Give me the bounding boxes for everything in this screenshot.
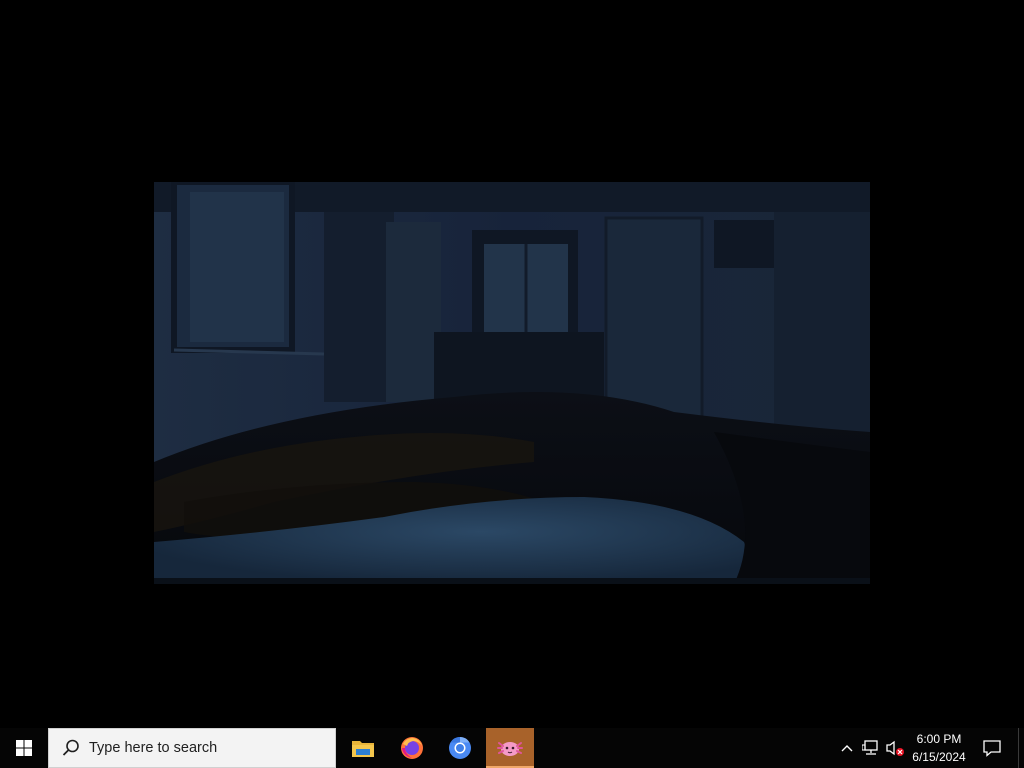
notification-icon [983, 740, 1001, 757]
notifications-button[interactable] [976, 728, 1008, 768]
start-button[interactable] [0, 728, 48, 768]
chromium-icon [449, 737, 471, 759]
clock[interactable]: 6:00 PM 6/15/2024 [906, 728, 972, 768]
taskbar-app-chromium[interactable] [436, 728, 484, 768]
windows-logo-icon [16, 740, 32, 756]
taskbar-app-media-player[interactable] [486, 728, 534, 768]
network-button[interactable] [860, 728, 882, 768]
volume-button[interactable] [884, 728, 906, 768]
taskbar: Type here to search 6:00 PM 6/15/2024 [0, 728, 1024, 768]
video-frame[interactable] [154, 182, 870, 584]
axolotl-icon [497, 742, 523, 756]
network-icon [862, 740, 878, 755]
clock-date: 6/15/2024 [912, 750, 966, 764]
show-hidden-icons-button[interactable] [838, 728, 856, 768]
volume-muted-icon [886, 740, 904, 756]
search-icon [62, 739, 79, 756]
search-placeholder: Type here to search [89, 740, 218, 756]
taskbar-app-firefox[interactable] [388, 728, 436, 768]
search-input[interactable]: Type here to search [48, 728, 336, 768]
firefox-icon [401, 737, 423, 759]
desktop [0, 0, 1024, 728]
folder-icon [352, 741, 374, 757]
show-desktop-button[interactable] [1018, 728, 1024, 768]
chevron-up-icon [841, 745, 853, 752]
bedroom-scene [154, 182, 870, 584]
clock-time: 6:00 PM [916, 732, 962, 746]
taskbar-app-file-explorer[interactable] [339, 728, 387, 768]
